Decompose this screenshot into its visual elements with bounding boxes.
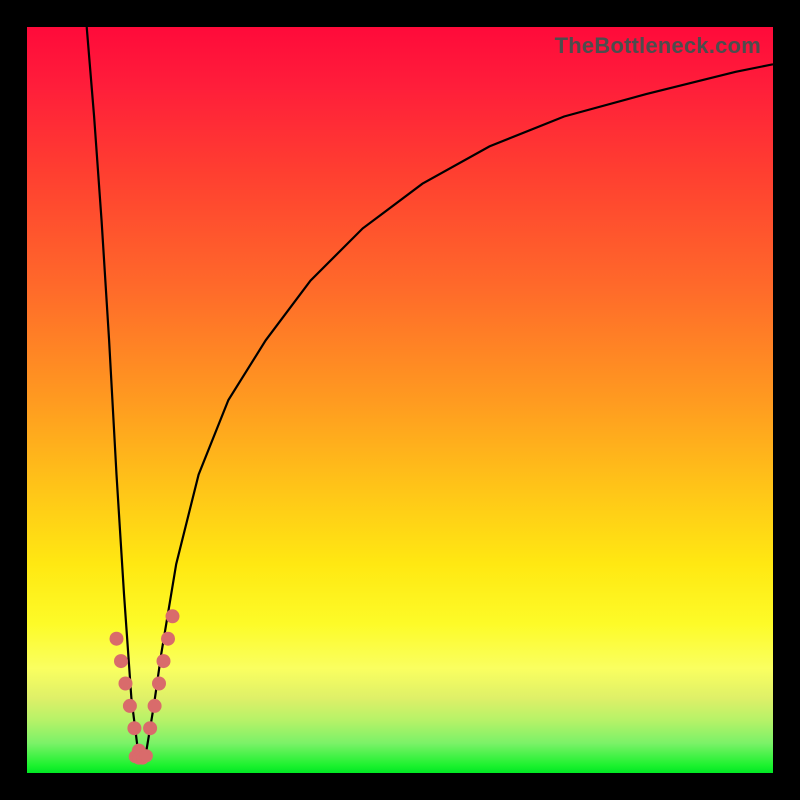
marker-dot bbox=[148, 699, 162, 713]
marker-dot bbox=[166, 609, 180, 623]
marker-dot bbox=[114, 654, 128, 668]
highlight-markers bbox=[110, 609, 180, 764]
marker-dot bbox=[123, 699, 137, 713]
chart-frame: TheBottleneck.com bbox=[0, 0, 800, 800]
marker-dot bbox=[143, 721, 157, 735]
marker-dot bbox=[140, 749, 153, 762]
marker-dot bbox=[152, 677, 166, 691]
marker-dot bbox=[127, 721, 141, 735]
marker-dot bbox=[157, 654, 171, 668]
bottleneck-curve bbox=[87, 27, 773, 758]
marker-dot bbox=[161, 632, 175, 646]
marker-dot bbox=[110, 632, 124, 646]
plot-area: TheBottleneck.com bbox=[27, 27, 773, 773]
marker-dot bbox=[119, 677, 133, 691]
curve-layer bbox=[27, 27, 773, 773]
